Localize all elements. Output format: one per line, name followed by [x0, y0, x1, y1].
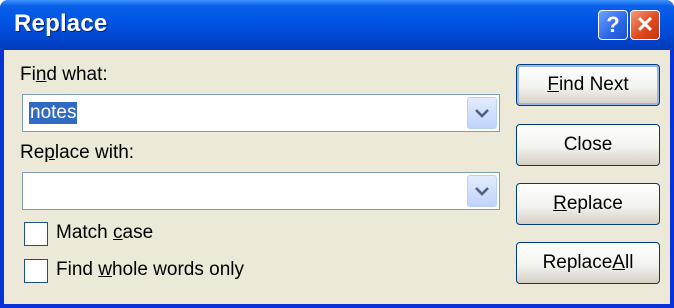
find-next-button[interactable]: Find Next [516, 64, 660, 106]
whole-words-checkbox[interactable] [24, 259, 48, 283]
whole-words-label[interactable]: Find whole words only [56, 259, 244, 281]
find-what-combobox[interactable]: notes [22, 94, 500, 132]
replace-with-combobox[interactable] [22, 172, 500, 210]
replace-dialog: Replace ? ✕ Find what: notes Replace wit… [0, 0, 674, 308]
help-icon: ? [606, 12, 620, 37]
find-what-input[interactable]: notes [29, 102, 78, 124]
close-button[interactable]: Close [516, 124, 660, 166]
chevron-down-icon [475, 109, 489, 118]
dialog-body: Find what: notes Replace with: Match cas… [4, 50, 670, 304]
chevron-down-icon [475, 187, 489, 196]
replace-all-button[interactable]: Replace All [516, 242, 660, 284]
find-what-label: Find what: [20, 64, 108, 85]
dialog-title: Replace [14, 10, 108, 37]
replace-dropdown-button[interactable] [467, 175, 497, 207]
close-icon: ✕ [635, 12, 655, 37]
match-case-label[interactable]: Match case [56, 222, 153, 244]
replace-with-label: Replace with: [20, 142, 135, 163]
match-case-checkbox[interactable] [24, 222, 48, 246]
title-bar[interactable]: Replace ? ✕ [0, 0, 674, 50]
close-window-button[interactable]: ✕ [630, 10, 660, 40]
help-button[interactable]: ? [598, 10, 628, 40]
replace-button[interactable]: Replace [516, 183, 660, 225]
find-dropdown-button[interactable] [467, 97, 497, 129]
